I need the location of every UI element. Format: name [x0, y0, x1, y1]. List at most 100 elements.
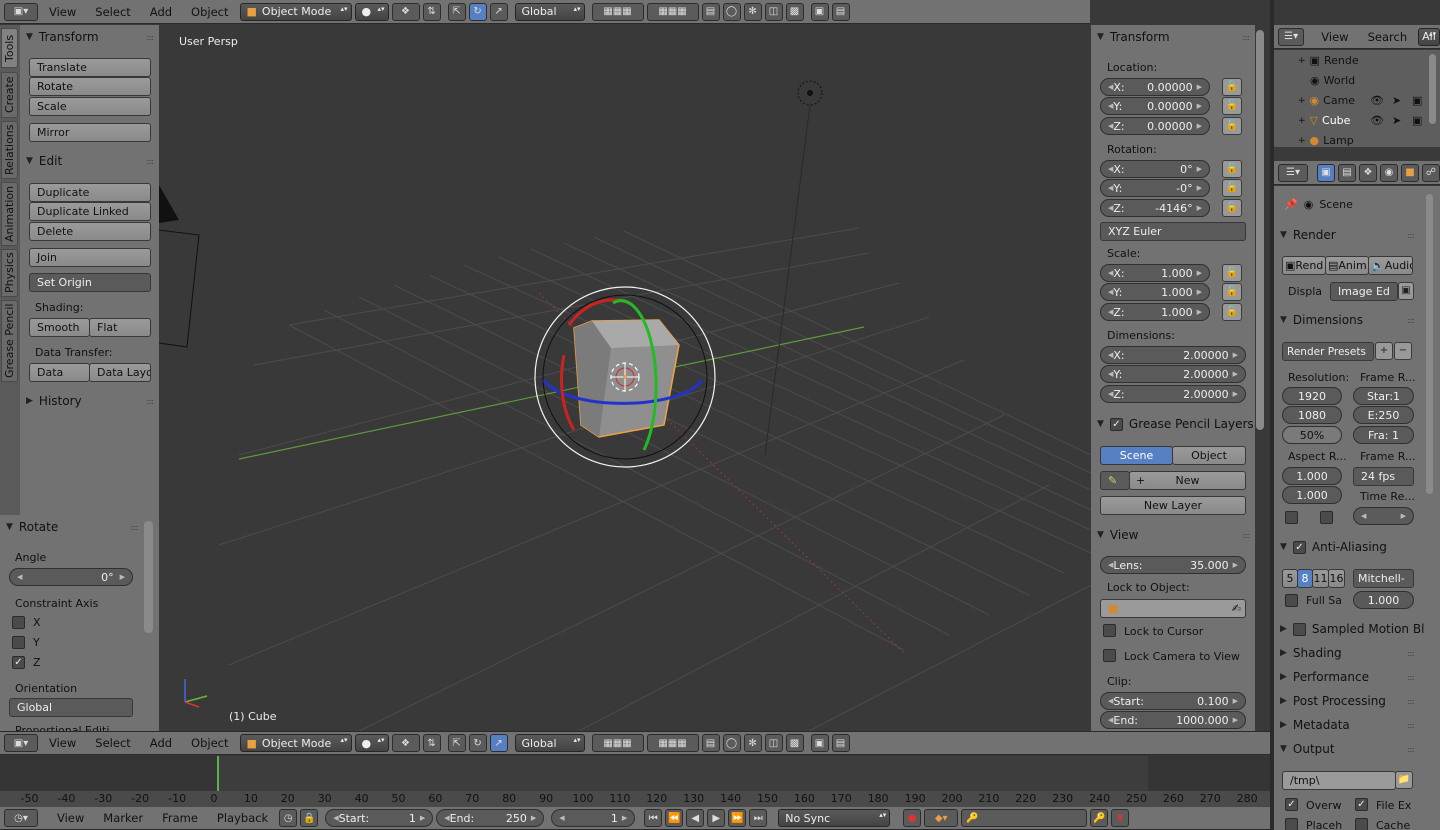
tab-physics[interactable]: Physics [1, 249, 18, 297]
data-layout-button[interactable]: Data Layo [89, 363, 151, 382]
lock-to-cursor-checkbox[interactable] [1103, 624, 1116, 637]
set-origin-dropdown[interactable]: Set Origin [29, 273, 151, 292]
jump-keyframe-forward-icon[interactable]: ⏩ [728, 809, 747, 827]
resolution-pct-field[interactable]: 50% [1282, 426, 1342, 444]
lock-camera-checkbox[interactable] [1103, 649, 1116, 662]
keying-set-field-icon[interactable]: 🔑 [961, 809, 1088, 827]
area-divider[interactable] [1274, 147, 1440, 161]
editor-type-icon[interactable]: ▣▾ [4, 734, 38, 752]
current-frame-indicator[interactable] [217, 756, 219, 791]
operator-header[interactable]: ▼ Rotate:::: [0, 516, 159, 538]
sampled-motion-header[interactable]: ▶ Sampled Motion Bl [1274, 618, 1440, 640]
snap-element-icon[interactable]: ◫ [764, 2, 783, 21]
duplicate-linked-button[interactable]: Duplicate Linked [29, 202, 151, 221]
delete-button[interactable]: Delete [29, 222, 151, 241]
border-checkbox[interactable] [1285, 511, 1298, 524]
time-remap-field[interactable]: ◀ ▶ [1353, 507, 1414, 525]
tab-relations[interactable]: Relations [1, 121, 18, 179]
lock-icon[interactable]: 🔓 [1222, 97, 1242, 115]
gp-object-tab[interactable]: Object [1172, 446, 1246, 465]
crop-checkbox[interactable] [1320, 511, 1333, 524]
lens-field[interactable]: ◀ Lens: 35.000 ▶ [1100, 556, 1246, 574]
scene-tab-icon[interactable]: ❖ [1359, 163, 1377, 182]
render-anim-icon[interactable]: ▤ [831, 734, 850, 752]
lock-object-field[interactable]: ■ ✍ [1100, 599, 1246, 618]
shading-dropdown[interactable]: ● [354, 734, 389, 752]
constraint-y-checkbox[interactable] [12, 636, 25, 649]
jump-start-icon[interactable]: ⏮ [644, 809, 663, 827]
clip-end-field[interactable]: ◀ End: 1000.000 ▶ [1100, 711, 1246, 729]
angle-field[interactable]: ◀ 0° ▶ [9, 568, 133, 586]
remove-preset-icon[interactable]: − [1394, 342, 1412, 360]
select-arrow-icon[interactable]: ➤ [1392, 114, 1401, 127]
mode-dropdown[interactable]: ■ Object Mode [239, 734, 352, 752]
clip-start-field[interactable]: ◀ Start: 0.100 ▶ [1100, 692, 1246, 710]
dimension-z-field[interactable]: ◀ Z: 2.00000 ▶ [1100, 385, 1246, 403]
layers-b-icon[interactable]: ▦▦▦ [646, 734, 699, 752]
file-browser-icon[interactable]: 📁 [1395, 771, 1413, 789]
grease-pencil-header[interactable]: ▼ ✓ Grease Pencil Layers [1091, 413, 1255, 435]
visibility-eye-icon[interactable]: 👁 [1370, 114, 1384, 127]
timeline-menu-frame[interactable]: Frame [154, 811, 206, 825]
scale-manip-icon[interactable]: ↗ [489, 2, 508, 21]
pivot-icon[interactable]: ❖ [391, 734, 420, 752]
outliner-item-render[interactable]: + ▣ Rende [1298, 54, 1359, 67]
rotation-x-field[interactable]: ◀ X: 0° ▶ [1100, 160, 1210, 178]
aa-samples-8[interactable]: 8 [1297, 569, 1313, 588]
constraint-x-checkbox[interactable] [12, 616, 25, 629]
outliner-item-lamp[interactable]: + ● Lamp [1298, 134, 1354, 147]
edit-panel-header[interactable]: ▼ Edit:::: [20, 150, 159, 172]
translate-manip-icon[interactable]: ⇱ [447, 2, 466, 21]
snap-icon[interactable]: ✻ [743, 2, 762, 21]
render-camera-icon[interactable]: ▣ [1412, 94, 1422, 107]
menu-object[interactable]: Object [183, 5, 236, 19]
animation-button[interactable]: ▤ Anim [1325, 256, 1369, 275]
lock-icon[interactable]: 🔓 [1222, 283, 1242, 301]
display-lock-icon[interactable]: ▣ [1398, 282, 1414, 300]
anti-aliasing-checkbox[interactable]: ✓ [1292, 540, 1306, 554]
render-presets-dropdown[interactable]: Render Presets [1282, 342, 1374, 361]
gp-new-layer-button[interactable]: New Layer [1100, 496, 1246, 515]
render-camera-icon[interactable]: ▣ [1412, 114, 1422, 127]
post-processing-panel-header[interactable]: ▶ Post Processing:::: [1274, 690, 1420, 712]
orientation-dropdown[interactable]: Global [9, 698, 133, 717]
lock-icon[interactable]: 🔓 [1222, 264, 1242, 282]
timeline-editor-icon[interactable]: ◷▾ [4, 809, 38, 827]
rotate-button[interactable]: Rotate [29, 77, 151, 96]
render-panel-header[interactable]: ▼ Render:::: [1274, 224, 1420, 246]
jump-keyframe-back-icon[interactable]: ⏪ [665, 809, 684, 827]
layer-lock-icon[interactable]: ▤ [701, 734, 720, 752]
constraints-tab-icon[interactable]: ☍ [1422, 163, 1440, 182]
shading-panel-header[interactable]: ▶ Shading:::: [1274, 642, 1420, 664]
frame-end-field[interactable]: E:250 [1353, 406, 1414, 424]
manipulator-toggle-icon[interactable]: ⇅ [422, 2, 441, 21]
play-icon[interactable]: ▶ [707, 809, 726, 827]
gp-scene-tab[interactable]: Scene [1100, 446, 1173, 465]
outliner-scrollbar[interactable] [1429, 54, 1436, 124]
snap-element-icon[interactable]: ◫ [764, 734, 783, 752]
menu-add[interactable]: Add [142, 736, 180, 750]
fps-dropdown[interactable]: 24 fps [1353, 467, 1414, 486]
tab-tools[interactable]: Tools [1, 28, 18, 68]
n-transform-header[interactable]: ▼ Transform:::: [1091, 26, 1255, 48]
keying-set-icon[interactable]: ◆▾ [924, 809, 959, 827]
lock-icon[interactable]: 🔓 [1222, 199, 1242, 217]
scale-z-field[interactable]: ◀ Z: 1.000 ▶ [1100, 303, 1210, 321]
outliner-item-camera[interactable]: + ◉ Came [1298, 94, 1355, 107]
scale-x-field[interactable]: ◀ X: 1.000 ▶ [1100, 264, 1210, 282]
aa-filter-dropdown[interactable]: Mitchell- [1353, 569, 1414, 588]
aa-samples-5[interactable]: 5 [1282, 569, 1298, 588]
scale-manip-icon[interactable]: ↗ [489, 734, 508, 752]
menu-view[interactable]: View [41, 736, 84, 750]
snap-target-icon[interactable]: ▩ [785, 734, 804, 752]
duplicate-button[interactable]: Duplicate [29, 183, 151, 202]
world-tab-icon[interactable]: ◉ [1380, 163, 1398, 182]
render-still-icon[interactable]: ▣ [810, 734, 829, 752]
operator-scrollbar[interactable] [144, 521, 153, 633]
proportional-icon[interactable]: ◯ [722, 734, 741, 752]
timeline-area[interactable]: -50 -40 -30 -20 -10 0 10 20 30 40 50 60 70 80 90 100 110… [0, 756, 1270, 807]
timeline-menu-view[interactable]: View [49, 811, 92, 825]
current-frame-field[interactable]: ◀ 1 ▶ [551, 809, 636, 827]
placeholders-checkbox[interactable] [1285, 818, 1298, 830]
object-tab-icon[interactable]: ■ [1401, 163, 1419, 182]
